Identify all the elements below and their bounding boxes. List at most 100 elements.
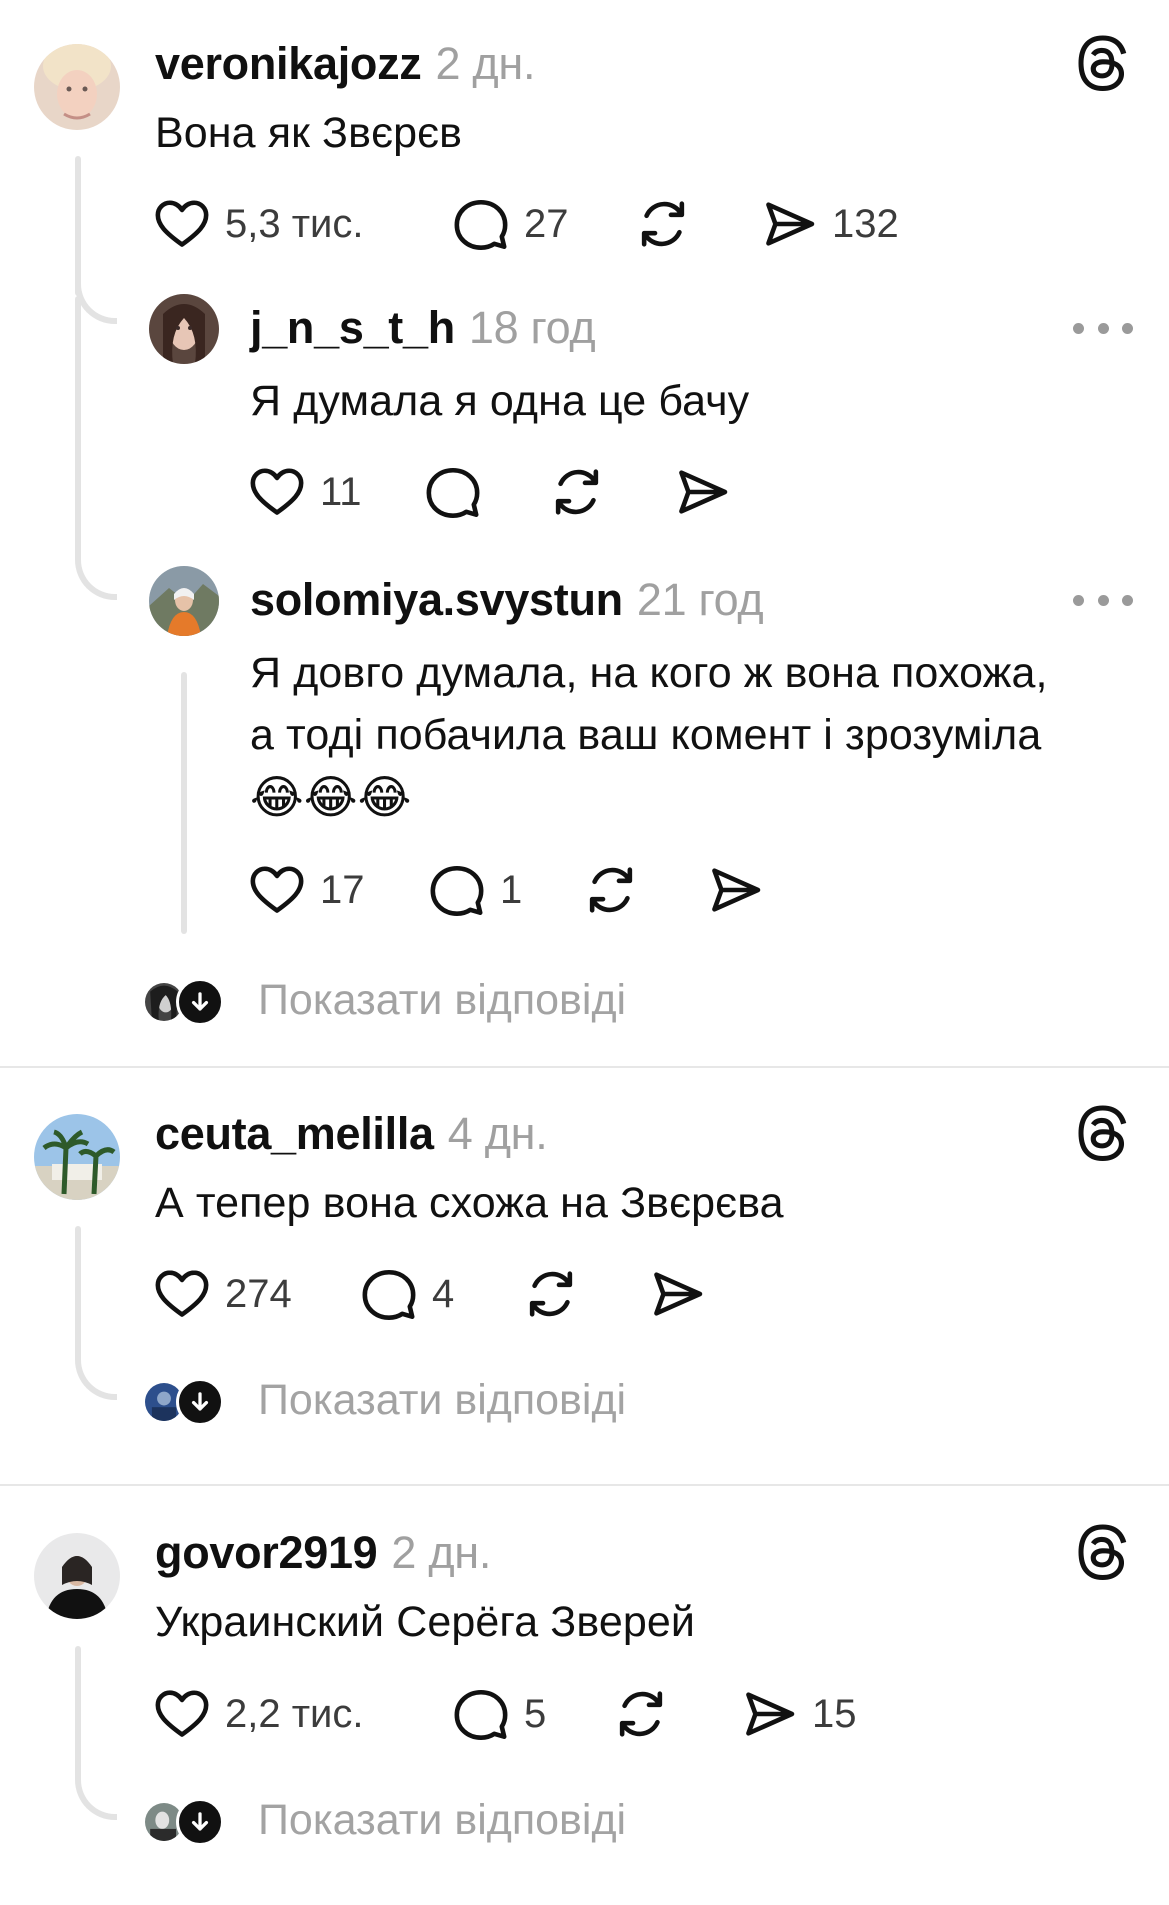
reply-count: 27 [524, 201, 569, 246]
threads-icon[interactable] [1073, 33, 1133, 93]
like-count: 11 [320, 469, 362, 514]
username[interactable]: veronikajozz 2 дн. [155, 38, 535, 90]
timestamp: 21 год [636, 574, 764, 625]
like-count: 274 [225, 1271, 292, 1316]
thread-connector [75, 1300, 117, 1400]
like-button[interactable]: 274 [153, 1264, 292, 1324]
avatar[interactable] [34, 1533, 120, 1619]
share-button[interactable]: 132 [760, 194, 899, 254]
send-icon [673, 463, 731, 521]
show-replies-link[interactable]: Показати відповіді [258, 1796, 626, 1845]
heart-icon [153, 195, 211, 253]
timestamp: 18 год [468, 302, 596, 353]
like-button[interactable]: 2,2 тис. [153, 1684, 364, 1744]
repost-button[interactable] [612, 1684, 670, 1744]
repost-button[interactable] [522, 1264, 580, 1324]
more-icon[interactable] [1073, 318, 1133, 338]
comment-icon [452, 1685, 510, 1743]
send-icon [760, 195, 818, 253]
heart-icon [248, 463, 306, 521]
repost-button[interactable] [548, 462, 606, 522]
username-text[interactable]: govor2919 [155, 1527, 378, 1578]
post-text-line: Я довго думала, на кого ж вона похожа, [250, 649, 1048, 697]
send-icon [648, 1265, 706, 1323]
show-replies-link[interactable]: Показати відповіді [258, 1376, 626, 1425]
more-icon[interactable] [1073, 590, 1133, 610]
reply-button[interactable]: 5 [452, 1684, 546, 1744]
post-text: Вона як Звєрєв [155, 109, 463, 157]
post-text-line: 😂😂😂 [250, 771, 412, 823]
comment-icon [360, 1265, 418, 1323]
timestamp: 4 дн. [447, 1108, 548, 1159]
repost-button[interactable] [582, 860, 640, 920]
username[interactable]: ceuta_melilla 4 дн. [155, 1108, 548, 1160]
share-button[interactable]: 15 [740, 1684, 857, 1744]
comment-icon [424, 463, 482, 521]
username-text[interactable]: j_n_s_t_h [250, 302, 455, 353]
avatar[interactable] [34, 1114, 120, 1200]
share-button[interactable] [706, 860, 764, 920]
like-count: 5,3 тис. [225, 201, 364, 246]
reply-button[interactable]: 4 [360, 1264, 454, 1324]
reply-count: 5 [524, 1691, 547, 1736]
username-text[interactable]: solomiya.svystun [250, 574, 623, 625]
avatar[interactable] [34, 44, 120, 130]
post-text: А тепер вона схожа на Звєрєва [155, 1179, 784, 1227]
repost-icon [582, 861, 640, 919]
show-replies-link[interactable]: Показати відповіді [258, 976, 626, 1025]
like-button[interactable]: 17 [248, 860, 365, 920]
comment-icon [428, 861, 486, 919]
repost-icon [522, 1265, 580, 1323]
timestamp: 2 дн. [391, 1527, 492, 1578]
thread-connector [75, 250, 117, 324]
thread-line [181, 672, 187, 934]
reply-button[interactable]: 27 [452, 194, 569, 254]
username[interactable]: j_n_s_t_h 18 год [250, 302, 596, 354]
like-count: 17 [320, 867, 365, 912]
share-button[interactable] [648, 1264, 706, 1324]
like-button[interactable]: 5,3 тис. [153, 194, 364, 254]
post-text: Украинский Серёга Зверей [155, 1598, 695, 1646]
show-replies-button[interactable] [176, 978, 224, 1026]
thread-connector [75, 420, 117, 600]
like-button[interactable]: 11 [248, 462, 362, 522]
repost-icon [548, 463, 606, 521]
timestamp: 2 дн. [435, 38, 536, 89]
send-icon [706, 861, 764, 919]
comment-icon [452, 195, 510, 253]
avatar[interactable] [149, 294, 219, 364]
reply-count: 4 [432, 1271, 455, 1316]
repost-button[interactable] [634, 194, 692, 254]
post-text: Я думала я одна це бачу [250, 377, 750, 425]
threads-icon[interactable] [1073, 1103, 1133, 1163]
show-replies-button[interactable] [176, 1378, 224, 1426]
username[interactable]: solomiya.svystun 21 год [250, 574, 764, 626]
show-replies-button[interactable] [176, 1798, 224, 1846]
share-button[interactable] [673, 462, 731, 522]
threads-icon[interactable] [1073, 1522, 1133, 1582]
share-count: 132 [832, 201, 899, 246]
avatar[interactable] [149, 566, 219, 636]
send-icon [740, 1685, 798, 1743]
reply-count: 1 [500, 867, 523, 912]
share-count: 15 [812, 1691, 857, 1736]
like-count: 2,2 тис. [225, 1691, 364, 1736]
heart-icon [153, 1265, 211, 1323]
arrow-down-icon [186, 1388, 214, 1416]
thread-connector [75, 1720, 117, 1820]
divider [0, 1066, 1169, 1068]
heart-icon [248, 861, 306, 919]
reply-button[interactable] [424, 462, 482, 522]
username-text[interactable]: ceuta_melilla [155, 1108, 434, 1159]
reply-button[interactable]: 1 [428, 860, 522, 920]
thread-line [75, 296, 81, 546]
username-text[interactable]: veronikajozz [155, 38, 422, 89]
divider [0, 1484, 1169, 1486]
arrow-down-icon [186, 988, 214, 1016]
arrow-down-icon [186, 1808, 214, 1836]
repost-icon [612, 1685, 670, 1743]
post-text-line: а тоді побачила ваш комент і зрозуміла [250, 711, 1042, 759]
repost-icon [634, 195, 692, 253]
username[interactable]: govor2919 2 дн. [155, 1527, 491, 1579]
heart-icon [153, 1685, 211, 1743]
